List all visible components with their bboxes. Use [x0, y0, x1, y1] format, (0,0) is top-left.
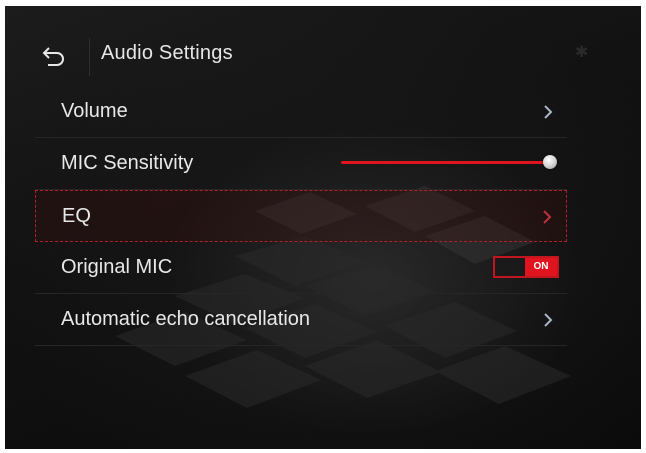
- mic-sensitivity-slider-track[interactable]: [341, 161, 547, 164]
- setting-row-volume[interactable]: Volume: [35, 86, 567, 138]
- setting-row-original-mic: Original MIC ON: [35, 242, 567, 294]
- header-divider: [89, 38, 90, 76]
- setting-label: Original MIC: [61, 256, 173, 278]
- audio-settings-screen: Audio Settings ✱ Volume MIC Sensitivity …: [5, 6, 641, 449]
- original-mic-toggle[interactable]: ON: [493, 256, 559, 278]
- mic-sensitivity-slider-handle[interactable]: [543, 155, 557, 169]
- chevron-right-icon: [543, 210, 552, 224]
- setting-label: EQ: [62, 205, 91, 227]
- setting-row-echo-cancellation[interactable]: Automatic echo cancellation: [35, 294, 567, 346]
- setting-row-eq[interactable]: EQ: [35, 190, 567, 242]
- setting-label: Volume: [61, 100, 128, 122]
- setting-label: Automatic echo cancellation: [61, 308, 311, 330]
- settings-list: Volume MIC Sensitivity EQ Original MIC O…: [35, 86, 567, 346]
- chevron-right-icon: [544, 105, 553, 119]
- bluetooth-icon: ✱: [575, 44, 589, 61]
- back-button[interactable]: [35, 40, 75, 74]
- page-title: Audio Settings: [101, 42, 233, 64]
- back-arrow-icon: [42, 47, 64, 66]
- chevron-right-icon: [544, 313, 553, 327]
- toggle-state-label: ON: [525, 258, 557, 276]
- setting-label: MIC Sensitivity: [61, 152, 194, 174]
- setting-row-mic-sensitivity: MIC Sensitivity: [35, 138, 567, 190]
- header-bar: Audio Settings ✱: [5, 6, 641, 84]
